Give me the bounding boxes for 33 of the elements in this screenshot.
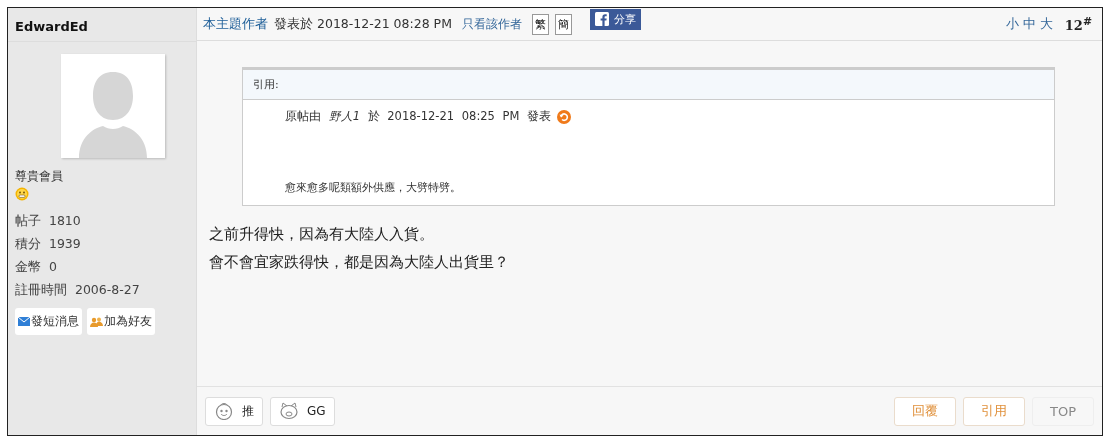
quote-title: 引用: <box>243 70 1054 100</box>
reaction-button[interactable]: GG <box>270 396 335 426</box>
smiley-icon <box>15 187 29 201</box>
user-rank: 尊貴會員 <box>15 168 63 185</box>
pig-icon <box>279 402 299 420</box>
language-button[interactable]: 簡 <box>554 13 572 35</box>
user-stat: 金幣 0 <box>15 258 58 276</box>
return-arrow-icon[interactable] <box>557 109 572 124</box>
font-size-link[interactable]: 小 <box>1005 15 1019 33</box>
language-button[interactable]: 繁 <box>531 13 549 35</box>
user-stat: 註冊時間 2006-8-27 <box>15 281 140 299</box>
author-link[interactable]: 本主題作者 <box>203 15 268 33</box>
font-size-link[interactable]: 大 <box>1039 15 1053 33</box>
envelope-icon <box>18 317 30 326</box>
reaction-button[interactable]: 推 <box>205 396 263 426</box>
profile-action-button[interactable]: 加為好友 <box>87 308 155 335</box>
post-text: 之前升得快，因為有大陸人入貨。 <box>209 224 435 245</box>
floor-number: 12$^{#}$ <box>1064 14 1092 34</box>
smiley-icon <box>214 402 234 420</box>
share-button[interactable]: 分享 <box>589 8 641 30</box>
user-stat: 積分 1939 <box>15 235 82 253</box>
avatar[interactable] <box>61 54 165 158</box>
quote-text: 愈來愈多呢類額外供應，大劈特劈。 <box>285 180 462 195</box>
font-size-link[interactable]: 中 <box>1022 15 1036 33</box>
username[interactable]: EdwardEd <box>8 8 196 42</box>
user-stat: 帖子 1810 <box>15 212 82 230</box>
people-icon <box>90 316 103 327</box>
quote-source: 原帖由 野人1 於 2018-12-21 08:25 PM 發表 <box>285 109 552 124</box>
post-text: 會不會宜家跌得快，都是因為大陸人出貨里？ <box>209 252 510 273</box>
f-letter-icon <box>594 12 609 26</box>
profile-action-button[interactable]: 發短消息 <box>15 308 82 335</box>
post-date: 發表於 2018-12-21 08:28 PM <box>274 15 452 33</box>
only-author-link[interactable]: 只看該作者 <box>461 15 522 33</box>
